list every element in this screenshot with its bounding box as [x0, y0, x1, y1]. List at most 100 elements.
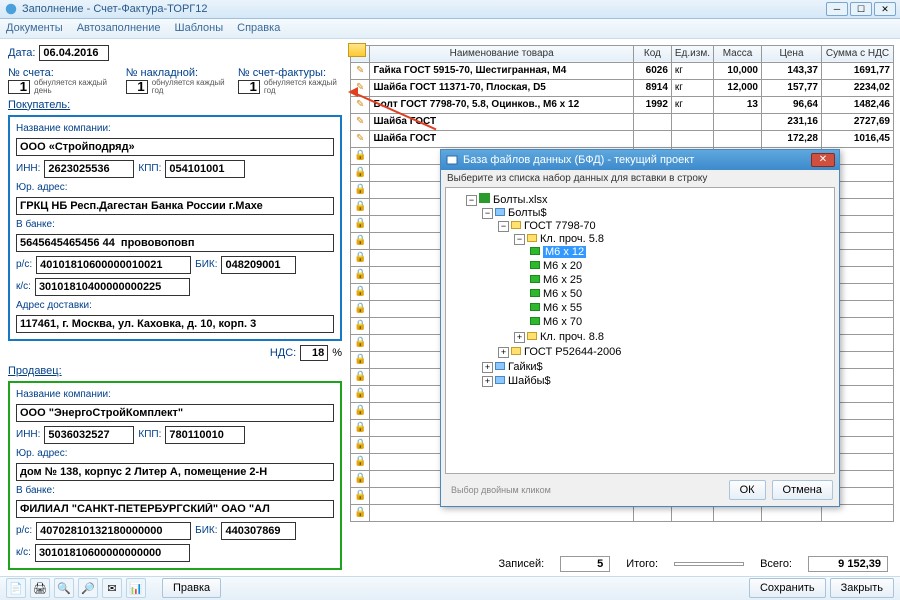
close-button[interactable]: ✕	[874, 2, 896, 16]
lock-icon: 🔒	[351, 470, 370, 487]
menu-templates[interactable]: Шаблоны	[175, 22, 224, 34]
buyer-inn-input[interactable]	[44, 160, 134, 178]
excel-icon	[479, 193, 490, 203]
folder-icon	[511, 221, 521, 229]
tool-search-icon[interactable]: 🔍	[54, 578, 74, 598]
lock-icon: 🔒	[351, 436, 370, 453]
titlebar: Заполнение - Счет-Фактура-ТОРГ12 ─ ☐ ✕	[0, 0, 900, 19]
max-button[interactable]: ☐	[850, 2, 872, 16]
lock-icon: 🔒	[351, 249, 370, 266]
factura-no-input[interactable]	[238, 80, 260, 94]
invoice-no-label: № счета:	[8, 67, 54, 79]
item-icon	[530, 261, 540, 269]
seller-inn-input[interactable]	[44, 426, 134, 444]
lock-icon: 🔒	[351, 164, 370, 181]
item-icon	[530, 247, 540, 255]
item-icon	[530, 303, 540, 311]
tool-export-icon[interactable]: 📊	[126, 578, 146, 598]
buyer-bik-input[interactable]	[221, 256, 296, 274]
buyer-bank-input[interactable]	[16, 234, 334, 252]
item-icon	[530, 317, 540, 325]
item-icon	[530, 275, 540, 283]
grid-footer: Записей: 5 Итого: Всего: 9 152,39	[350, 552, 894, 576]
min-button[interactable]: ─	[826, 2, 848, 16]
bfd-dialog: База файлов данных (БФД) - текущий проек…	[440, 149, 840, 507]
edit-row-icon[interactable]: ✎	[351, 62, 370, 79]
menu-documents[interactable]: Документы	[6, 22, 63, 34]
factura-no-label: № счет-фактуры:	[238, 67, 326, 79]
vat-input[interactable]	[300, 345, 328, 361]
data-tree[interactable]: −Болты.xlsx −Болты$ −ГОСТ 7798-70 −Кл. п…	[445, 187, 835, 474]
seller-bank-input[interactable]	[16, 500, 334, 518]
lock-icon: 🔒	[351, 487, 370, 504]
seller-ks-input[interactable]	[35, 544, 190, 562]
invoice-no-input[interactable]	[8, 80, 30, 94]
dialog-cancel-button[interactable]: Отмена	[772, 480, 833, 500]
menu-help[interactable]: Справка	[237, 22, 280, 34]
lock-icon: 🔒	[351, 300, 370, 317]
expand-grid-button[interactable]	[348, 43, 366, 57]
dialog-title: База файлов данных (БФД) - текущий проек…	[463, 154, 694, 166]
tree-item[interactable]: М6 x 50	[530, 287, 830, 301]
tree-item[interactable]: М6 x 25	[530, 273, 830, 287]
lock-icon: 🔒	[351, 283, 370, 300]
tree-item[interactable]: М6 x 55	[530, 301, 830, 315]
lock-icon: 🔒	[351, 504, 370, 521]
table-row[interactable]: 🔒	[351, 504, 894, 521]
seller-kpp-input[interactable]	[165, 426, 245, 444]
seller-bik-input[interactable]	[221, 522, 296, 540]
app-icon	[4, 2, 18, 16]
menu-autofill[interactable]: Автозаполнение	[77, 22, 161, 34]
buyer-ks-input[interactable]	[35, 278, 190, 296]
tool-print-icon[interactable]: 🖨	[30, 578, 50, 598]
tree-item[interactable]: М6 x 70	[530, 315, 830, 329]
lock-icon: 🔒	[351, 317, 370, 334]
tool-new-icon[interactable]: 📄	[6, 578, 26, 598]
sheet-icon	[495, 208, 505, 216]
dialog-icon	[445, 153, 459, 167]
waybill-no-input[interactable]	[126, 80, 148, 94]
records-count: 5	[560, 556, 610, 572]
seller-company-input[interactable]	[16, 404, 334, 422]
grand-total: 9 152,39	[808, 556, 888, 572]
lock-icon: 🔒	[351, 232, 370, 249]
buyer-kpp-input[interactable]	[165, 160, 245, 178]
table-row[interactable]: ✎Шайба ГОСТ172,281016,45	[351, 130, 894, 147]
date-input[interactable]	[39, 45, 109, 61]
bottom-toolbar: 📄 🖨 🔍 🔎 ✉ 📊 Правка Сохранить Закрыть	[0, 576, 900, 600]
lock-icon: 🔒	[351, 385, 370, 402]
tool-preview-icon[interactable]: 🔎	[78, 578, 98, 598]
buyer-group: Название компании: ИНН: КПП: Юр. адрес: …	[8, 115, 342, 341]
edit-row-icon[interactable]: ✎	[351, 130, 370, 147]
table-row[interactable]: ✎Шайба ГОСТ 11371-70, Плоская, D58914кг1…	[351, 79, 894, 96]
left-pane: Дата: № счета: обнуляется каждый день № …	[0, 39, 350, 576]
date-label: Дата:	[8, 47, 35, 59]
dialog-ok-button[interactable]: ОК	[729, 480, 766, 500]
waybill-no-label: № накладной:	[126, 67, 198, 79]
lock-icon: 🔒	[351, 368, 370, 385]
save-button[interactable]: Сохранить	[749, 578, 826, 598]
seller-rs-input[interactable]	[36, 522, 191, 540]
lock-icon: 🔒	[351, 453, 370, 470]
buyer-rs-input[interactable]	[36, 256, 191, 274]
menubar: Документы Автозаполнение Шаблоны Справка	[0, 19, 900, 38]
lock-icon: 🔒	[351, 147, 370, 164]
window-title: Заполнение - Счет-Фактура-ТОРГ12	[22, 3, 826, 15]
tool-mail-icon[interactable]: ✉	[102, 578, 122, 598]
seller-addr-input[interactable]	[16, 463, 334, 481]
dialog-close-button[interactable]: ✕	[811, 153, 835, 167]
buyer-deliv-input[interactable]	[16, 315, 334, 333]
table-row[interactable]: ✎Гайка ГОСТ 5915-70, Шестигранная, М4602…	[351, 62, 894, 79]
close-app-button[interactable]: Закрыть	[830, 578, 894, 598]
seller-title: Продавец:	[8, 365, 342, 377]
lock-icon: 🔒	[351, 215, 370, 232]
tree-item[interactable]: М6 x 12	[530, 245, 830, 259]
table-row[interactable]: ✎Болт ГОСТ 7798-70, 5.8, Оцинков., М6 x …	[351, 96, 894, 113]
tree-item[interactable]: М6 x 20	[530, 259, 830, 273]
expand-icon[interactable]: −	[466, 195, 477, 206]
buyer-addr-input[interactable]	[16, 197, 334, 215]
edit-row-icon[interactable]: ✎	[351, 113, 370, 130]
dialog-hint: Выберите из списка набор данных для вста…	[441, 170, 839, 187]
buyer-company-input[interactable]	[16, 138, 334, 156]
edit-button[interactable]: Правка	[162, 578, 221, 598]
